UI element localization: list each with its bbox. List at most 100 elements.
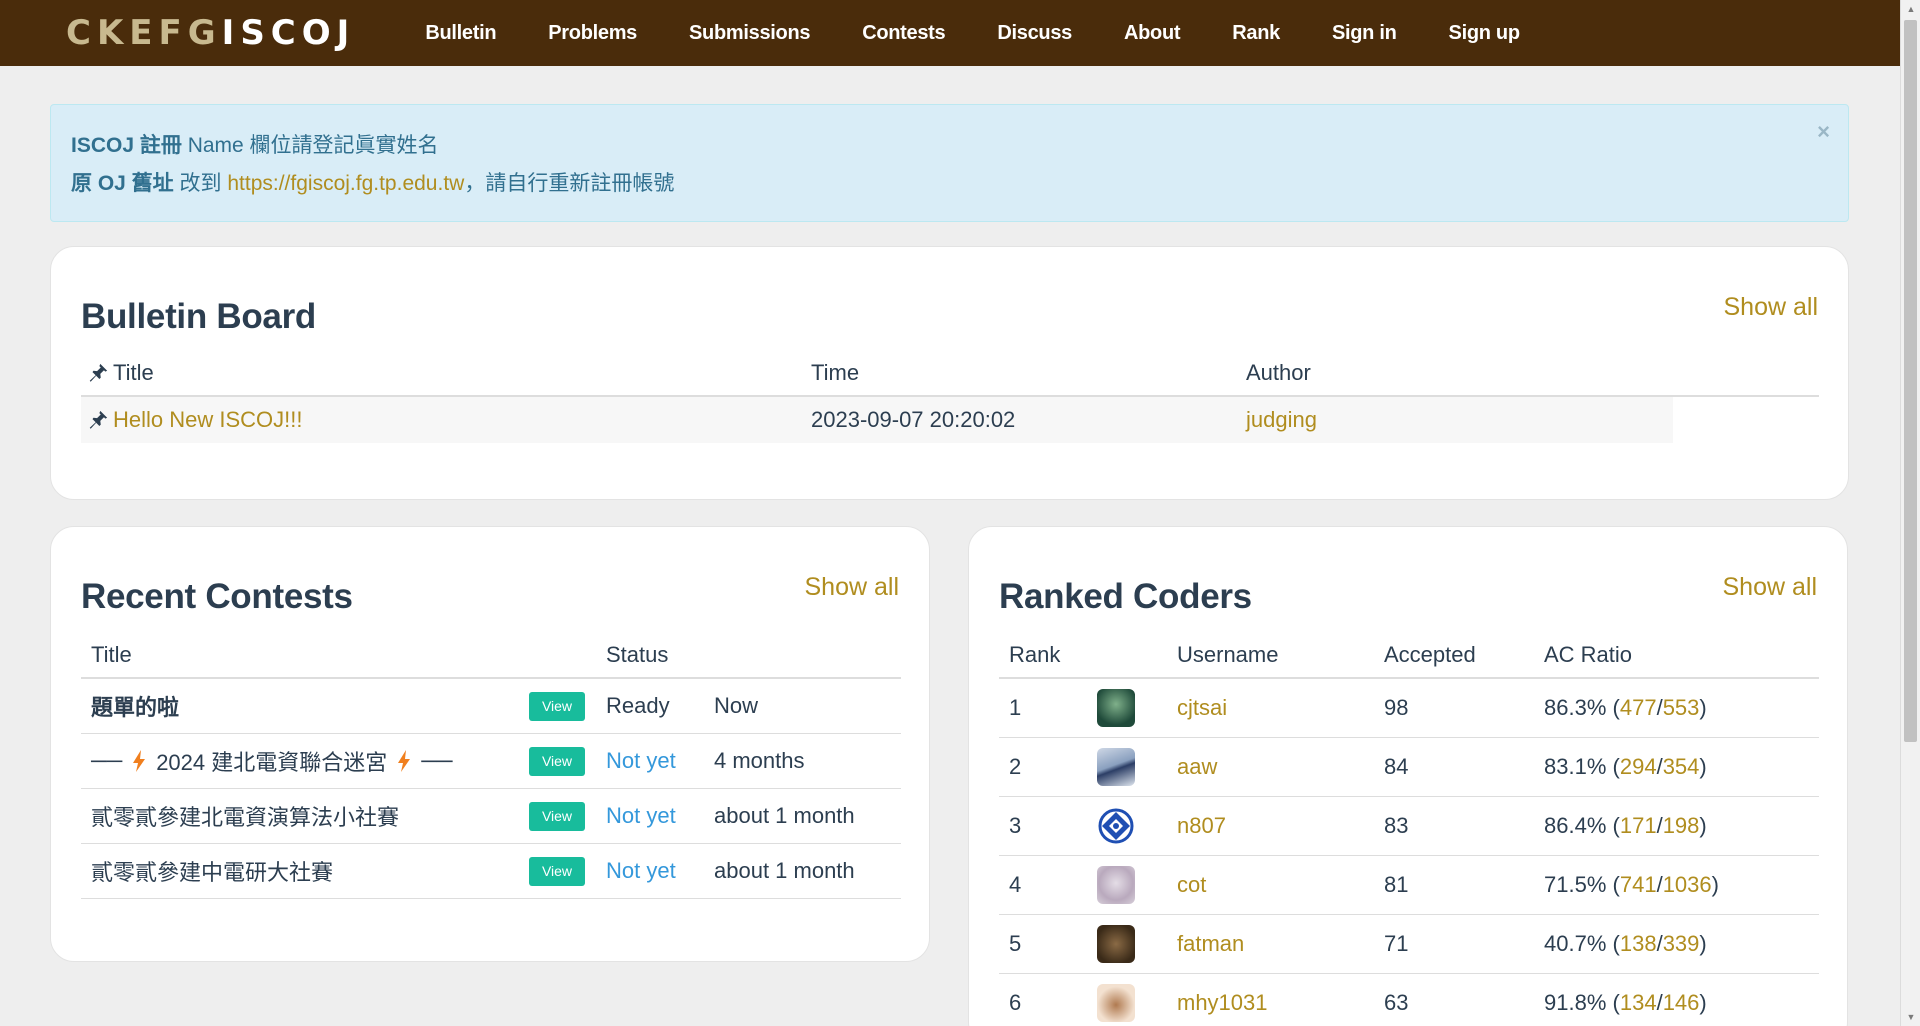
nav-rank[interactable]: Rank (1206, 0, 1306, 66)
bulletin-table-header: Title Time Author (81, 351, 1819, 397)
ranked-table-header: Rank Username Accepted AC Ratio (999, 633, 1819, 679)
scroll-up-arrow-icon[interactable]: ▲ (1901, 0, 1920, 18)
bulletin-table: Title Time Author Hello New ISCOJ!!! 202… (81, 351, 1819, 443)
username-link[interactable]: cot (1177, 872, 1384, 898)
accepted-count: 83 (1384, 813, 1409, 838)
site-logo[interactable]: CKEFG ISCOJ (66, 13, 355, 53)
contest-row: ── 2024 建北電資聯合迷宮 ── View Not yet 4 month… (81, 734, 901, 789)
total-count-link[interactable]: 339 (1663, 931, 1700, 956)
contest-time: about 1 month (714, 858, 855, 883)
username-link[interactable]: cjtsai (1177, 695, 1384, 721)
contest-time: Now (714, 693, 759, 718)
bulletin-board-card: Bulletin Board Show all Title Time Autho… (50, 246, 1849, 500)
total-count-link[interactable]: 1036 (1663, 872, 1712, 897)
ranked-header-accepted: Accepted (1384, 642, 1476, 667)
ac-ratio: 91.8% (134/146) (1544, 990, 1707, 1015)
ranked-row: 1 cjtsai 98 86.3% (477/553) (999, 679, 1819, 738)
ac-ratio-percent: 83.1% (1544, 754, 1607, 779)
ac-ratio: 83.1% (294/354) (1544, 754, 1707, 779)
nav-discuss[interactable]: Discuss (971, 0, 1098, 66)
alert-line2-bold: 原 OJ 舊址 (71, 172, 174, 195)
nav-about[interactable]: About (1098, 0, 1206, 66)
scroll-thumb[interactable] (1904, 20, 1917, 742)
ac-ratio: 40.7% (138/339) (1544, 931, 1707, 956)
close-icon[interactable]: × (1817, 119, 1830, 145)
accepted-count: 84 (1384, 754, 1409, 779)
bulletin-row-author-link[interactable]: judging (1246, 407, 1646, 433)
bulletin-title: Bulletin Board (81, 297, 316, 336)
ranked-show-all-link[interactable]: Show all (1723, 573, 1818, 602)
contest-row: 貳零貳參建中電研大社賽 View Not yet about 1 month (81, 844, 901, 899)
accepted-count: 81 (1384, 872, 1409, 897)
bulletin-show-all-link[interactable]: Show all (1724, 293, 1819, 322)
ac-count-link[interactable]: 171 (1620, 813, 1657, 838)
ac-ratio: 86.3% (477/553) (1544, 695, 1707, 720)
alert-oj-link[interactable]: https://fgiscoj.fg.tp.edu.tw (227, 172, 464, 195)
contest-title: ── 2024 建北電資聯合迷宮 ── (81, 745, 529, 777)
avatar[interactable] (1097, 807, 1135, 845)
username-link[interactable]: fatman (1177, 931, 1384, 957)
avatar[interactable] (1097, 748, 1135, 786)
username-link[interactable]: aaw (1177, 754, 1384, 780)
total-count-link[interactable]: 146 (1663, 990, 1700, 1015)
avatar[interactable] (1097, 984, 1135, 1022)
contest-view-button[interactable]: View (529, 857, 585, 886)
rank-number: 4 (1009, 872, 1022, 897)
avatar[interactable] (1097, 925, 1135, 963)
ac-ratio: 86.4% (171/198) (1544, 813, 1707, 838)
alert-line2-pre: 改到 (173, 172, 228, 195)
ranked-coders-card: Ranked Coders Show all Rank Username Acc… (968, 526, 1848, 1026)
avatar[interactable] (1097, 689, 1135, 727)
nav-problems[interactable]: Problems (522, 0, 663, 66)
ranked-title: Ranked Coders (999, 577, 1252, 616)
bulletin-row-title: Hello New ISCOJ!!! (81, 407, 811, 433)
rank-number: 2 (1009, 754, 1022, 779)
nav-sign-in[interactable]: Sign in (1306, 0, 1423, 66)
contests-table: Title Status 題單的啦 View Ready Now ── 2024… (81, 633, 901, 899)
alert-line2-post: ，請自行重新註冊帳號 (464, 172, 675, 195)
contest-time: about 1 month (714, 803, 855, 828)
ac-count-link[interactable]: 477 (1620, 695, 1657, 720)
contest-title: 題單的啦 (91, 695, 180, 720)
nav-contests[interactable]: Contests (836, 0, 971, 66)
ranked-row: 6 mhy1031 63 91.8% (134/146) (999, 974, 1819, 1026)
nav-submissions[interactable]: Submissions (663, 0, 836, 66)
avatar[interactable] (1097, 866, 1135, 904)
ac-ratio-percent: 91.8% (1544, 990, 1607, 1015)
total-count-link[interactable]: 354 (1663, 754, 1700, 779)
page-scrollbar[interactable]: ▲ ▼ (1900, 0, 1920, 1026)
alert-line-1: ISCOJ 註冊 Name 欄位請登記眞實姓名 (71, 127, 1828, 165)
contests-header-status: Status (606, 642, 669, 667)
contest-view-button[interactable]: View (529, 802, 585, 831)
top-navbar: CKEFG ISCOJ Bulletin Problems Submissions… (0, 0, 1900, 66)
ac-count-link[interactable]: 741 (1620, 872, 1657, 897)
nav-sign-up[interactable]: Sign up (1423, 0, 1546, 66)
pin-icon (89, 410, 108, 429)
nav-menu: Bulletin Problems Submissions Contests D… (399, 0, 1545, 66)
contest-status: Not yet (606, 748, 676, 773)
ac-count-link[interactable]: 294 (1620, 754, 1657, 779)
scroll-down-arrow-icon[interactable]: ▼ (1901, 1008, 1920, 1026)
username-link[interactable]: mhy1031 (1177, 990, 1384, 1016)
total-count-link[interactable]: 198 (1663, 813, 1700, 838)
alert-line1-bold: ISCOJ 註冊 (71, 134, 182, 157)
lightning-icon (133, 750, 146, 772)
ac-count-link[interactable]: 134 (1620, 990, 1657, 1015)
username-link[interactable]: n807 (1177, 813, 1384, 839)
total-count-link[interactable]: 553 (1663, 695, 1700, 720)
ac-ratio: 71.5% (741/1036) (1544, 872, 1719, 897)
bulletin-post-link[interactable]: Hello New ISCOJ!!! (113, 407, 303, 433)
contests-title: Recent Contests (81, 577, 353, 616)
nav-bulletin[interactable]: Bulletin (399, 0, 522, 66)
ranked-table: Rank Username Accepted AC Ratio 1 cjtsai… (999, 633, 1819, 1026)
logo-part2: ISCOJ (221, 13, 356, 53)
rank-number: 1 (1009, 695, 1022, 720)
ranked-header-rank: Rank (1009, 642, 1061, 667)
bulletin-row: Hello New ISCOJ!!! 2023-09-07 20:20:02 j… (81, 397, 1673, 443)
ac-count-link[interactable]: 138 (1620, 931, 1657, 956)
alert-line-2: 原 OJ 舊址 改到 https://fgiscoj.fg.tp.edu.tw，… (71, 165, 1828, 203)
contest-view-button[interactable]: View (529, 692, 585, 721)
ranked-row: 4 cot 81 71.5% (741/1036) (999, 856, 1819, 915)
contest-view-button[interactable]: View (529, 747, 585, 776)
contests-show-all-link[interactable]: Show all (805, 573, 900, 602)
